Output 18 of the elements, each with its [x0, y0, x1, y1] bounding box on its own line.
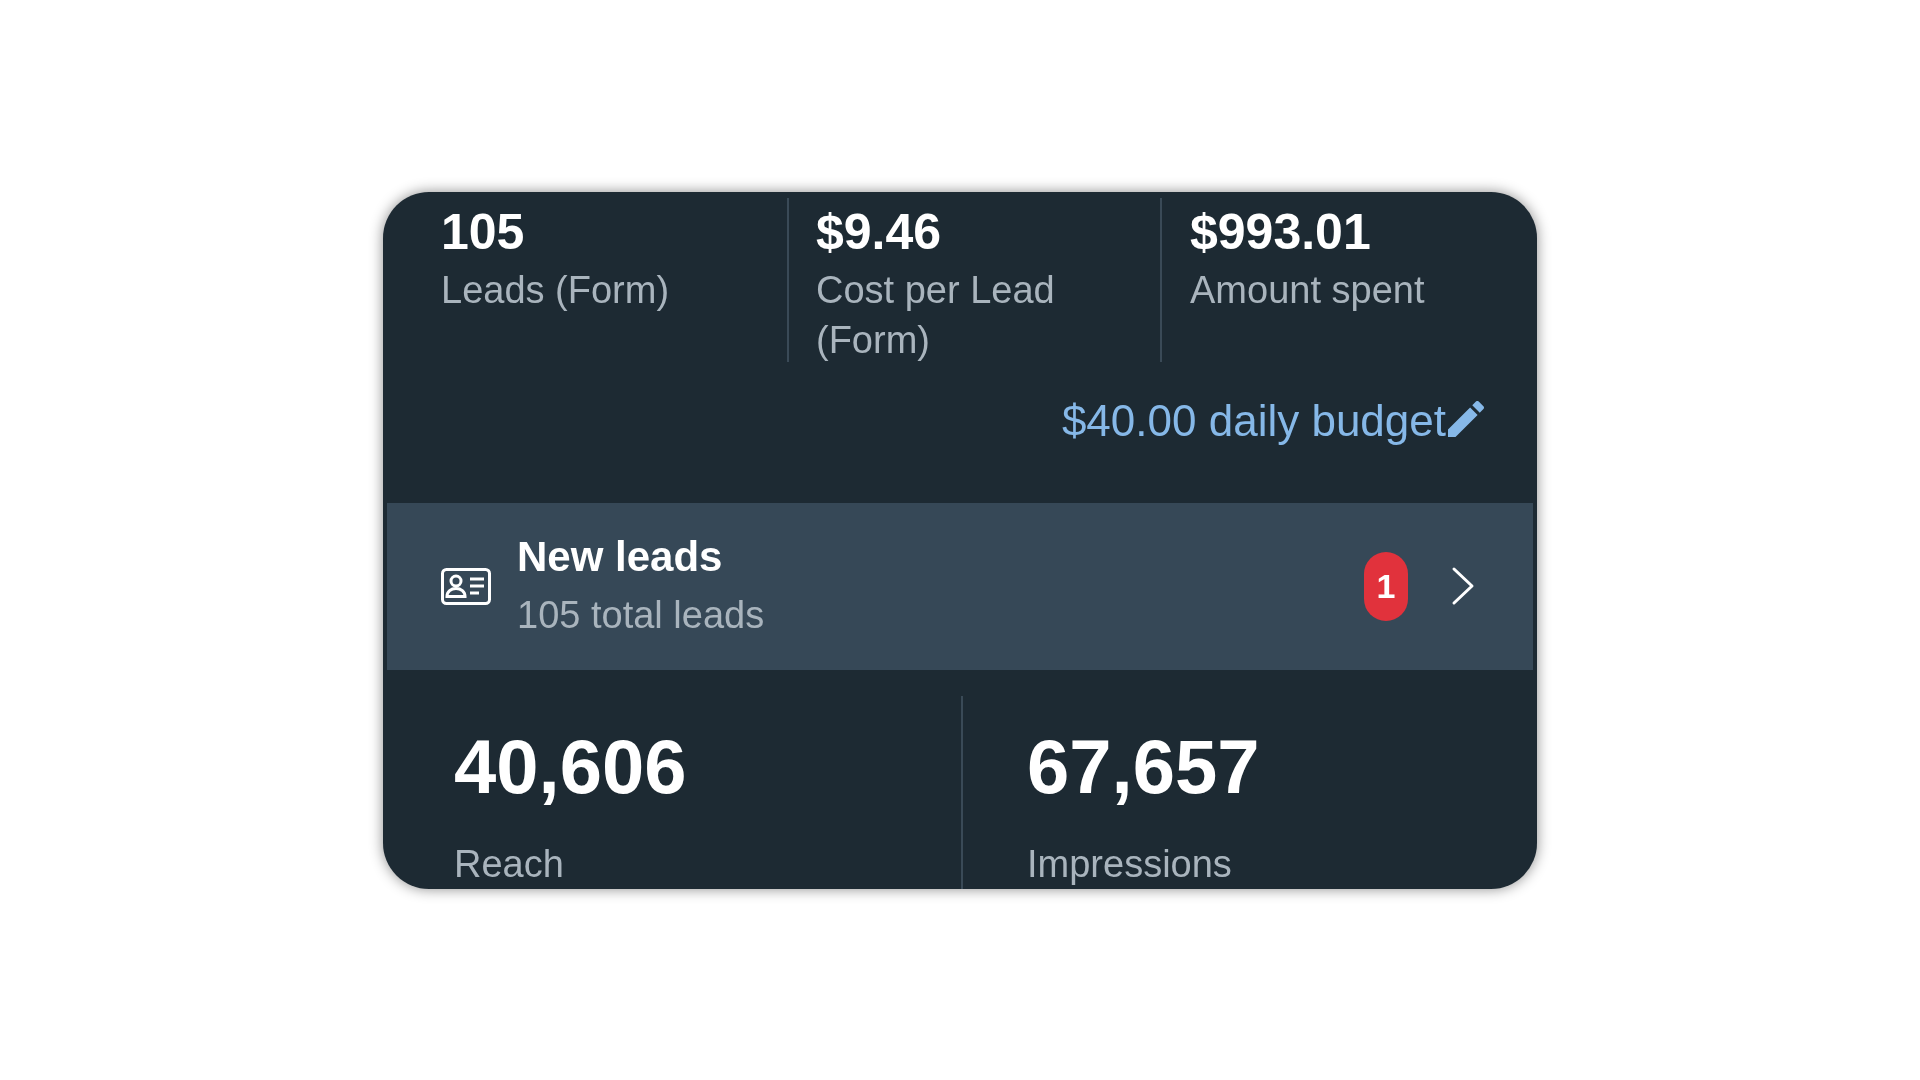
count-badge: 1 — [1364, 551, 1408, 621]
daily-budget-link[interactable]: $40.00 daily budget — [1061, 394, 1484, 447]
metric-label: Impressions — [1027, 841, 1233, 886]
metric-value: 67,657 — [1027, 726, 1261, 807]
new-leads-row[interactable]: New leads 105 total leads 1 — [387, 502, 1533, 670]
metric-value: 105 — [441, 203, 526, 260]
metric-label: Reach — [454, 841, 565, 886]
chevron-right-icon — [1451, 566, 1475, 606]
id-card-icon — [441, 567, 491, 605]
row-title: New leads — [517, 532, 724, 581]
pencil-icon — [1448, 400, 1484, 437]
metric-label: Amount spent — [1190, 267, 1426, 313]
metric-value: 40,606 — [454, 726, 688, 807]
metric-value: $993.01 — [1190, 203, 1372, 260]
metric-value: $9.46 — [816, 203, 943, 260]
metric-label: Leads (Form) — [441, 267, 671, 313]
row-subtitle: 105 total leads — [517, 592, 766, 638]
metric-label: Cost per Lead (Form) — [816, 267, 1056, 363]
